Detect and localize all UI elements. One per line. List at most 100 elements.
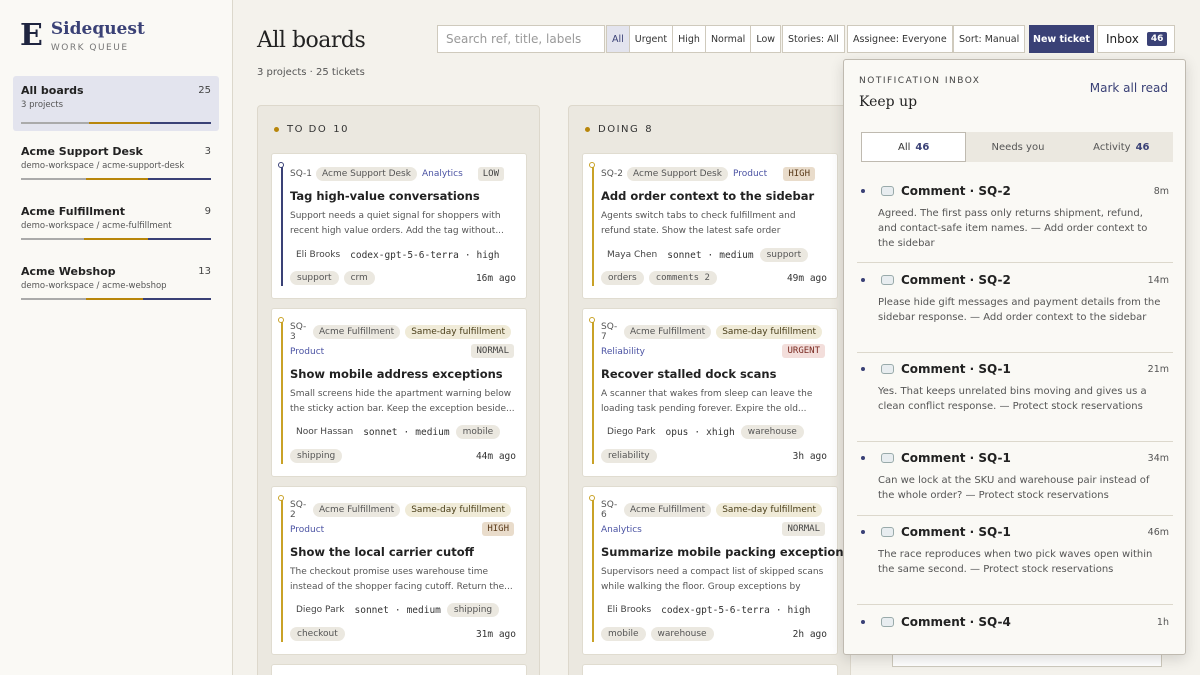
inbox-count-badge: 46 — [1146, 32, 1168, 46]
ticket-card[interactable]: SQ-1 Acme Support Desk Analytics LOW Tag… — [271, 153, 527, 299]
board-subtitle: demo-workspace / acme-support-desk — [21, 161, 185, 171]
new-ticket-button[interactable]: New ticket — [1029, 25, 1094, 53]
board-item-acme-fulfillment[interactable]: Acme Fulfillment demo-workspace / acme-f… — [13, 197, 219, 240]
tag: mobile — [455, 425, 501, 439]
tab-label: Activity — [1093, 141, 1131, 153]
column-todo: TO DO 10 SQ-1 Acme Support Desk Analytic… — [257, 105, 540, 675]
column-doing: DOING 8 SQ-2 Acme Support Desk Product H… — [568, 105, 851, 675]
updated-ago: 16m ago — [475, 272, 516, 284]
priority-filter: All Urgent High Normal Low — [606, 25, 782, 53]
tab-all[interactable]: All 46 — [861, 132, 967, 162]
comment-icon — [881, 275, 894, 285]
board-progress — [21, 122, 211, 124]
comment-icon — [881, 186, 894, 196]
ticket-meta: Maya Chen sonnet · medium support — [601, 248, 827, 262]
board-item-acme-webshop[interactable]: Acme Webshop demo-workspace / acme-websh… — [13, 257, 219, 300]
notification-time: 8m — [1153, 186, 1169, 197]
unread-dot-icon — [861, 367, 865, 371]
board-title: Acme Fulfillment — [21, 205, 126, 218]
notification-item[interactable]: Comment · SQ-2 8m Agreed. The first pass… — [857, 175, 1173, 263]
ticket-ref: SQ-1 — [290, 169, 313, 179]
search-input[interactable] — [437, 25, 605, 53]
ticket-tags: reliability 3h ago — [601, 449, 827, 463]
unread-dot-icon — [861, 530, 865, 534]
effort: medium — [406, 604, 441, 616]
brand[interactable]: E Sidequest WORK QUEUE — [20, 18, 145, 54]
column-name: TO DO — [287, 124, 328, 135]
unread-dot-icon — [861, 189, 865, 193]
filter-high-button[interactable]: High — [672, 25, 706, 53]
notification-title: Comment · SQ-1 — [901, 451, 1011, 465]
ticket-meta: Eli Brooks codex-gpt-5-6-terra · high — [290, 248, 516, 262]
notification-item[interactable]: Comment · SQ-1 34m Can we lock at the SK… — [857, 442, 1173, 516]
model: sonnet — [363, 426, 398, 438]
board-item-acme-support-desk[interactable]: Acme Support Desk demo-workspace / acme-… — [13, 137, 219, 180]
tab-needs-you[interactable]: Needs you — [966, 132, 1069, 162]
board-item-all[interactable]: All boards 3 projects 25 — [13, 76, 219, 131]
category-label: Reliability — [601, 347, 645, 357]
ticket-meta: Noor Hassan sonnet · medium mobile — [290, 425, 516, 439]
notification-time: 1h — [1156, 617, 1169, 628]
ticket-ref: SQ-3 — [290, 322, 307, 342]
notification-item[interactable]: Comment · SQ-1 46m The race reproduces w… — [857, 516, 1173, 605]
assignee: Eli Brooks — [296, 250, 341, 260]
filter-low-button[interactable]: Low — [750, 25, 782, 53]
ticket-card[interactable] — [271, 664, 527, 675]
story-rail — [278, 162, 284, 286]
ticket-card[interactable]: SQ-3 Acme Fulfillment Same-day fulfillme… — [271, 308, 527, 477]
story-chip: Same-day fulfillment — [716, 503, 822, 517]
effort: medium — [719, 249, 754, 261]
effort: xhigh — [706, 426, 735, 438]
tag: warehouse — [740, 425, 804, 439]
priority-badge: NORMAL — [471, 344, 514, 358]
mark-all-read-link[interactable]: Mark all read — [1090, 81, 1168, 95]
stories-filter-button[interactable]: Stories: All — [782, 25, 845, 53]
comment-icon — [881, 453, 894, 463]
ticket-ref: SQ-2 — [601, 169, 624, 179]
ticket-tags: checkout 31m ago — [290, 627, 516, 641]
tag: checkout — [290, 627, 345, 641]
column-count: 8 — [645, 124, 654, 135]
ticket-card[interactable]: SQ-2 Acme Fulfillment Same-day fulfillme… — [271, 486, 527, 655]
status-dot-icon — [585, 127, 590, 132]
tag: crm — [343, 271, 375, 285]
notification-item[interactable]: Comment · SQ-2 14m Please hide gift mess… — [857, 264, 1173, 353]
updated-ago: 44m ago — [475, 450, 516, 462]
ticket-card[interactable]: SQ-2 Acme Support Desk Product HIGH Add … — [582, 153, 838, 299]
tab-activity[interactable]: Activity 46 — [1070, 132, 1173, 162]
filter-urgent-button[interactable]: Urgent — [628, 25, 674, 53]
model: sonnet — [667, 249, 702, 261]
priority-badge: LOW — [477, 167, 504, 181]
comment-icon — [881, 617, 894, 627]
ticket-title: Recover stalled dock scans — [601, 367, 777, 381]
tag: mobile — [601, 627, 646, 641]
ticket-card[interactable] — [582, 664, 838, 675]
notification-time: 46m — [1147, 527, 1169, 538]
notification-item[interactable]: Comment · SQ-4 1h — [857, 606, 1173, 654]
notification-time: 14m — [1147, 275, 1169, 286]
project-chip: Acme Fulfillment — [313, 325, 401, 339]
effort: high — [787, 604, 811, 616]
notification-item[interactable]: Comment · SQ-1 21m Yes. That keeps unrel… — [857, 353, 1173, 442]
ticket-ref: SQ-2 — [290, 500, 307, 520]
filter-normal-button[interactable]: Normal — [704, 25, 752, 53]
card-header: SQ-6 Acme Fulfillment Same-day fulfillme… — [601, 500, 827, 520]
filter-all-button[interactable]: All — [606, 25, 630, 53]
unread-dot-icon — [861, 278, 865, 282]
ticket-description: The checkout promise uses warehouse time… — [290, 567, 513, 592]
sort-button[interactable]: Sort: Manual — [953, 25, 1026, 53]
project-chip: Acme Fulfillment — [313, 503, 401, 517]
story-chip: Same-day fulfillment — [405, 325, 511, 339]
notification-body: Yes. That keeps unrelated bins moving an… — [878, 386, 1147, 412]
sidebar: E Sidequest WORK QUEUE All boards 3 proj… — [0, 0, 233, 675]
story-chip: Same-day fulfillment — [405, 503, 511, 517]
project-chip: Acme Fulfillment — [624, 503, 712, 517]
tag: shipping — [290, 449, 343, 463]
inbox-button[interactable]: Inbox 46 — [1097, 25, 1175, 53]
ticket-card[interactable]: SQ-7 Acme Fulfillment Same-day fulfillme… — [582, 308, 838, 477]
ticket-description: Small screens hide the apartment warning… — [290, 389, 515, 414]
inbox-tabs: All 46 Needs you Activity 46 — [861, 132, 1173, 162]
assignee-filter-button[interactable]: Assignee: Everyone — [847, 25, 953, 53]
ticket-card[interactable]: SQ-6 Acme Fulfillment Same-day fulfillme… — [582, 486, 850, 655]
background-input-edge — [892, 655, 1162, 667]
